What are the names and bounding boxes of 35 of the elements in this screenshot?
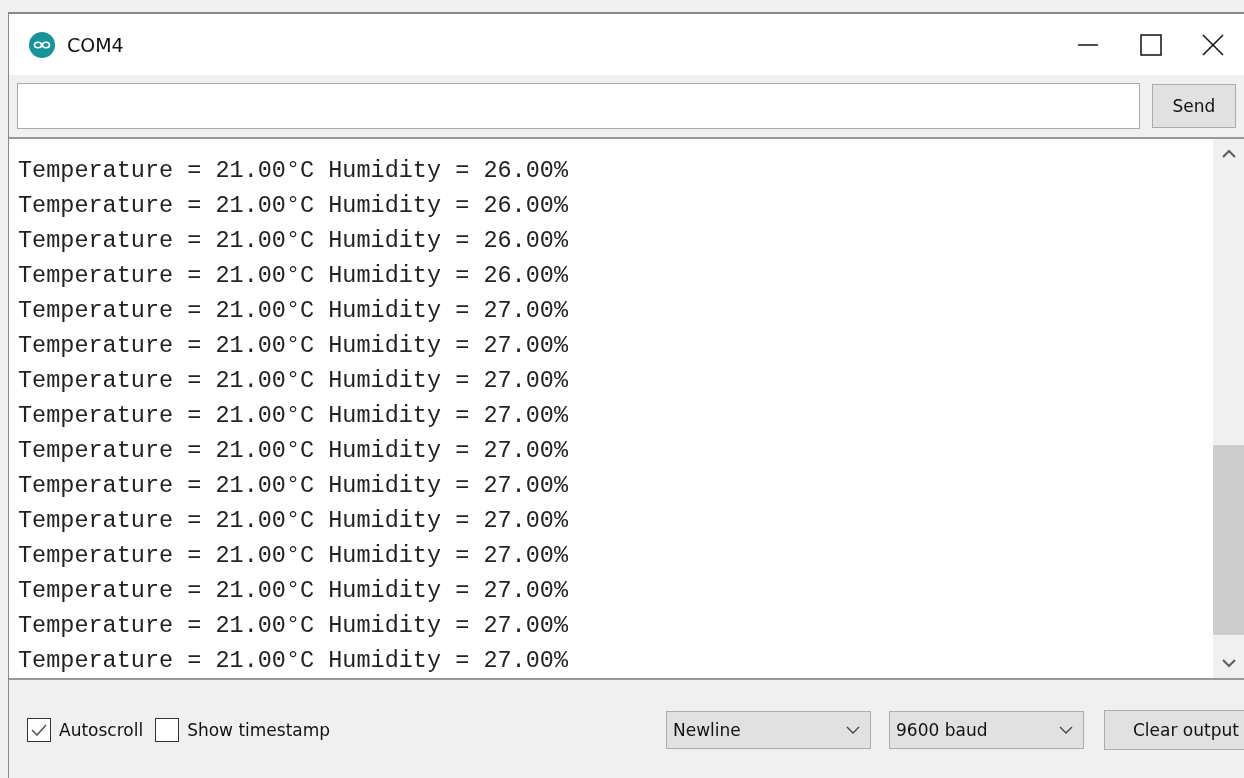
app-logo-icon [29, 31, 55, 58]
output-line: Temperature = 21.00°C Humidity = 27.00% [18, 576, 569, 606]
message-input-field[interactable] [17, 83, 1140, 129]
maximize-icon[interactable] [1140, 33, 1162, 56]
output-line: Temperature = 21.00°C Humidity = 26.00% [18, 156, 569, 186]
output-line: Temperature = 21.00°C Humidity = 27.00% [18, 436, 569, 466]
send-button[interactable]: Send [1152, 84, 1236, 128]
output-line: Temperature = 21.00°C Humidity = 27.00% [18, 611, 569, 641]
output-line: Temperature = 21.00°C Humidity = 27.00% [18, 506, 569, 536]
chevron-down-icon [1059, 726, 1073, 734]
baud-rate-dropdown[interactable]: 9600 baud [889, 711, 1084, 749]
output-line: Temperature = 21.00°C Humidity = 26.00% [18, 226, 569, 256]
window-title: COM4 [67, 33, 124, 56]
clear-output-button[interactable]: Clear output [1104, 710, 1244, 750]
close-icon[interactable] [1202, 33, 1224, 56]
line-ending-dropdown[interactable]: Newline [666, 711, 871, 749]
output-line: Temperature = 21.00°C Humidity = 27.00% [18, 401, 569, 431]
output-line: Temperature = 21.00°C Humidity = 26.00% [18, 191, 569, 221]
checkmark-icon [31, 724, 47, 736]
checkbox-label[interactable]: Autoscroll [59, 720, 144, 740]
checkbox[interactable] [155, 718, 180, 742]
output-line: Temperature = 21.00°C Humidity = 27.00% [18, 646, 569, 676]
scrollbar-thumb[interactable] [1213, 445, 1244, 635]
output-line: Temperature = 21.00°C Humidity = 27.00% [18, 366, 569, 396]
checkbox[interactable] [27, 718, 51, 742]
output-line: Temperature = 21.00°C Humidity = 27.00% [18, 296, 569, 326]
chevron-down-icon [846, 726, 860, 734]
output-line: Temperature = 21.00°C Humidity = 27.00% [18, 541, 569, 571]
checkbox-label[interactable]: Show timestamp [187, 720, 331, 740]
scroll-down-icon[interactable] [1221, 658, 1236, 668]
scrollbar[interactable] [1213, 139, 1244, 678]
output-line: Temperature = 21.00°C Humidity = 27.00% [18, 471, 569, 501]
output-line: Temperature = 21.00°C Humidity = 27.00% [18, 331, 569, 361]
output-line: Temperature = 21.00°C Humidity = 26.00% [18, 261, 569, 291]
scroll-up-icon[interactable] [1221, 149, 1236, 159]
